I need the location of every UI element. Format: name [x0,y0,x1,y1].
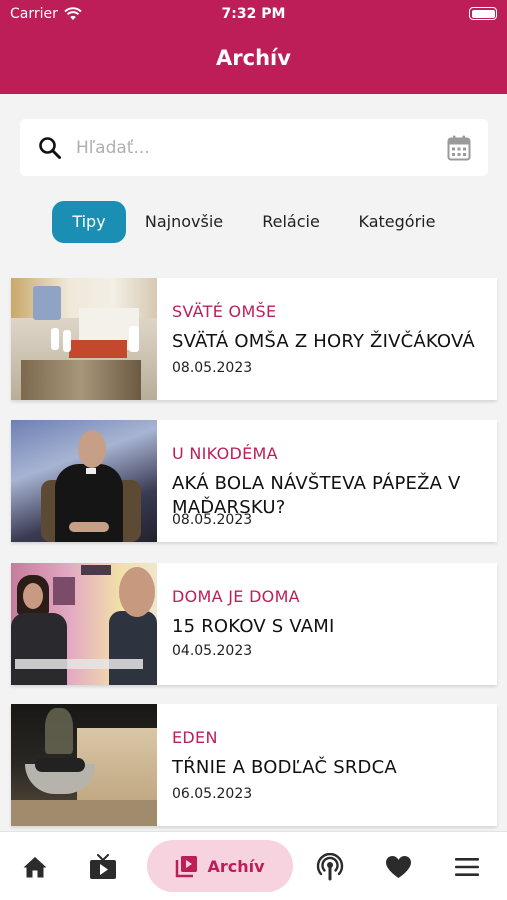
tab-relacie[interactable]: Relácie [253,201,329,243]
search-icon[interactable] [38,136,62,160]
list-item[interactable]: EDEN TŔNIE A BODĽAČ SRDCA 06.05.2023 [11,704,497,826]
nav-menu[interactable] [442,832,492,900]
tab-najnovsie[interactable]: Najnovšie [138,201,230,243]
list-item[interactable]: U NIKODÉMA AKÁ BOLA NÁVŠTEVA PÁPEŽA V MA… [11,420,497,542]
video-thumbnail [11,704,157,826]
menu-icon [455,857,479,876]
battery-icon [469,7,497,20]
podcast-icon [316,852,344,880]
calendar-icon[interactable] [447,135,471,161]
nav-podcast[interactable] [305,832,355,900]
heart-icon [385,855,411,878]
video-thumbnail [11,563,157,685]
status-time: 7:32 PM [221,6,286,22]
item-date: 04.05.2023 [172,643,253,659]
item-date: 06.05.2023 [172,786,253,802]
app-header: Carrier 7:32 PM Archív [0,0,507,94]
home-icon [23,856,47,877]
nav-favorites[interactable] [373,832,423,900]
tv-icon [90,853,116,879]
item-date: 08.05.2023 [172,360,253,376]
nav-tv[interactable] [78,832,128,900]
page-title: Archív [216,46,291,70]
video-library-icon [176,856,198,878]
nav-home[interactable] [10,832,60,900]
item-title: TŔNIE A BODĽAČ SRDCA [172,757,397,778]
nav-archive-label: Archív [207,856,265,876]
search-input[interactable] [76,133,436,163]
item-category: DOMA JE DOMA [172,587,300,606]
bottom-nav: Archív [0,831,507,900]
nav-archive[interactable]: Archív [147,840,293,892]
tab-tipy[interactable]: Tipy [52,201,126,243]
item-title: SVÄTÁ OMŠA Z HORY ŽIVČÁKOVÁ [172,331,475,352]
search-bar [20,119,488,176]
item-category: EDEN [172,728,218,747]
item-category: U NIKODÉMA [172,444,278,463]
item-category: SVÄTÉ OMŠE [172,302,277,321]
filter-tabs: Tipy Najnovšie Relácie Kategórie [0,201,507,243]
list-item[interactable]: SVÄTÉ OMŠE SVÄTÁ OMŠA Z HORY ŽIVČÁKOVÁ 0… [11,278,497,400]
tab-kategorie[interactable]: Kategórie [352,201,442,243]
item-title: 15 ROKOV S VAMI [172,616,335,637]
video-thumbnail [11,420,157,542]
list-item[interactable]: DOMA JE DOMA 15 ROKOV S VAMI 04.05.2023 [11,563,497,685]
status-bar: Carrier 7:32 PM [0,0,507,28]
item-date: 08.05.2023 [172,512,253,528]
video-thumbnail [11,278,157,400]
